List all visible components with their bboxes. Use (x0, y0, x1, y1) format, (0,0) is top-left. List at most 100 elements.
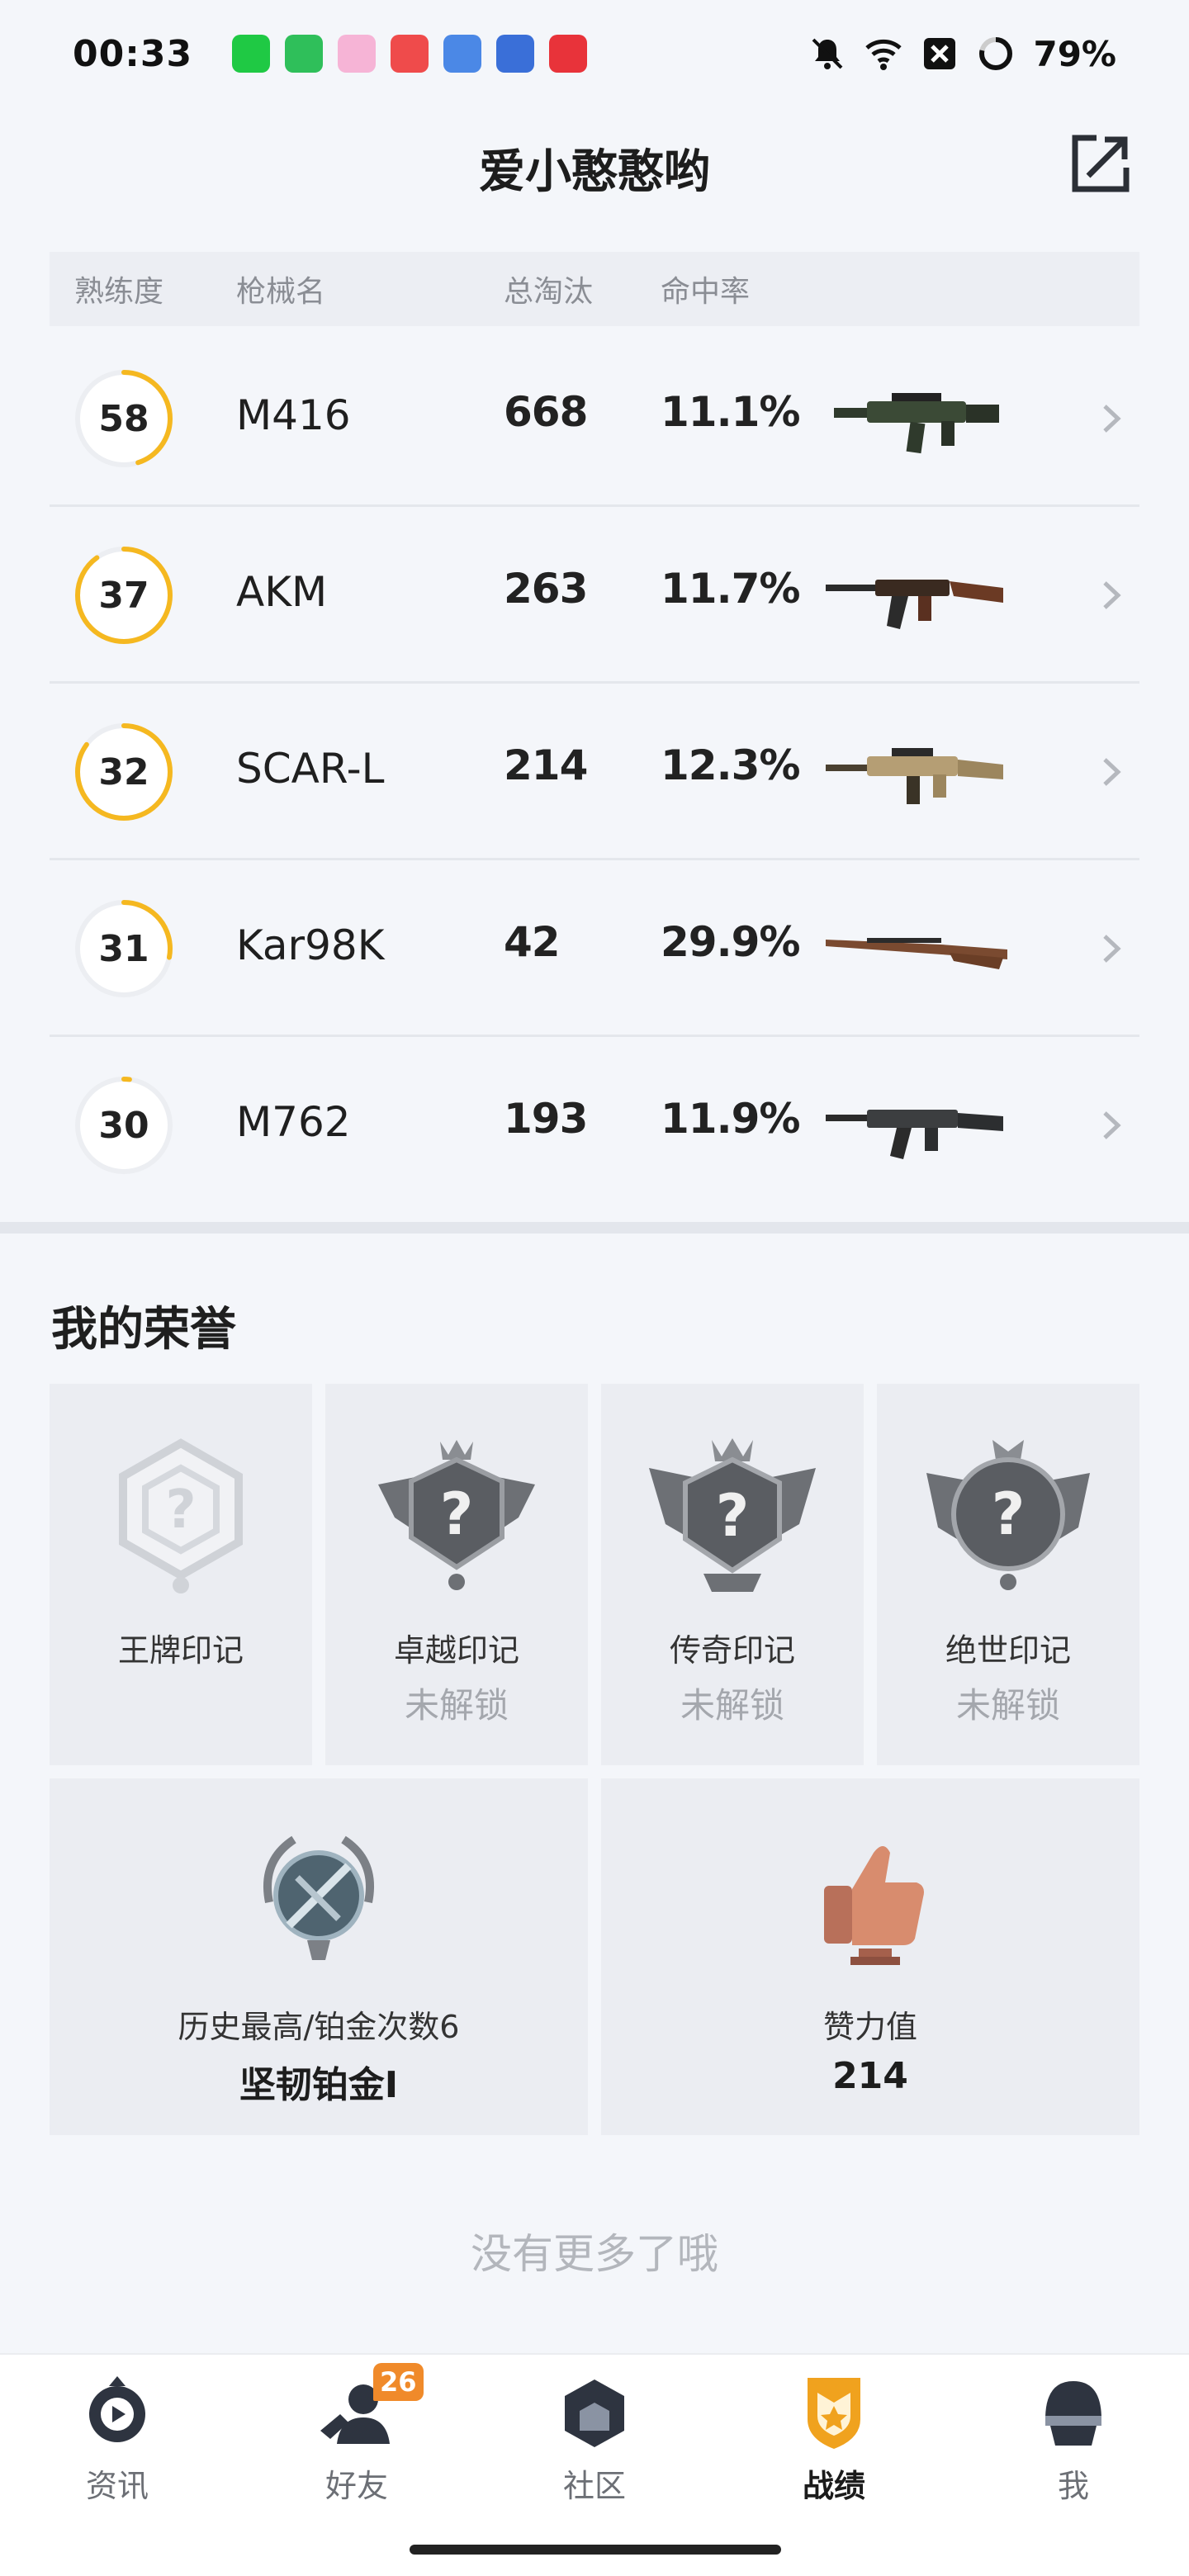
weapon-row[interactable]: 31 Kar98K 42 29.9% (50, 860, 1139, 1037)
honor-locked-status: 未解锁 (680, 1685, 784, 1726)
chevron-right-icon[interactable] (1095, 398, 1128, 439)
battery-ring-icon (979, 37, 1013, 70)
status-app-icons (232, 35, 588, 73)
weapon-row[interactable]: 58 M416 668 11.1% (50, 330, 1139, 507)
proficiency-level: 31 (98, 927, 149, 970)
honor-badge-legend[interactable]: ? 传奇印记 未解锁 (601, 1384, 864, 1765)
chevron-right-icon[interactable] (1095, 575, 1128, 616)
weapon-hit-rate: 11.7% (661, 565, 800, 613)
chevron-right-icon[interactable] (1095, 928, 1128, 969)
bottom-nav: 资讯 26 好友 社区 战绩 我 (0, 2353, 1189, 2576)
akm-rifle-icon (826, 580, 1003, 629)
weapon-hit-rate: 29.9% (661, 918, 800, 966)
col-hit-rate: 命中率 (661, 275, 751, 309)
weapon-name: Kar98K (236, 921, 385, 969)
weapon-name: M762 (236, 1098, 351, 1146)
weapon-hit-rate: 11.1% (661, 388, 800, 436)
weapon-name: M416 (236, 391, 351, 439)
section-divider (0, 1222, 1189, 1234)
chevron-right-icon[interactable] (1095, 1105, 1128, 1146)
weapon-kills: 42 (504, 918, 561, 966)
honor-label: 绝世印记 (945, 1632, 1071, 1669)
weapon-row[interactable]: 32 SCAR-L 214 12.3% (50, 684, 1139, 860)
nav-tab-record[interactable]: 战绩 (751, 2370, 917, 2518)
honor-badge-excellent[interactable]: ? 卓越印记 未解锁 (325, 1384, 588, 1765)
highest-rank-label: 历史最高/铂金次数6 (178, 2009, 460, 2045)
platinum-rank-emblem-icon (263, 1835, 374, 1960)
video-app-icon (391, 35, 429, 73)
svg-text:?: ? (716, 1482, 750, 1550)
community-icon (565, 2379, 624, 2447)
peerless-emblem-icon: ? (926, 1440, 1090, 1590)
col-proficiency: 熟练度 (74, 275, 164, 309)
proficiency-level: 58 (98, 397, 149, 440)
weapon-kills: 193 (504, 1095, 588, 1143)
honor-locked-status: 未解锁 (404, 1685, 509, 1726)
honor-label: 王牌印记 (117, 1632, 244, 1669)
weapon-row[interactable]: 30 M762 193 11.9% (50, 1037, 1139, 1214)
highest-rank-value: 坚韧铂金Ⅰ (239, 2064, 399, 2106)
home-indicator[interactable] (410, 2545, 781, 2555)
chevron-right-icon[interactable] (1095, 751, 1128, 793)
likes-label: 赞力值 (822, 2009, 917, 2045)
honor-label: 传奇印记 (669, 1632, 795, 1669)
excellent-emblem-icon: ? (378, 1440, 535, 1590)
honor-badge-peerless[interactable]: ? 绝世印记 未解锁 (877, 1384, 1139, 1765)
app-notification-icon (338, 35, 377, 73)
nav-tab-profile[interactable]: 我 (991, 2370, 1156, 2518)
no-sim-icon (924, 38, 956, 69)
status-bar: 00:33 79% (0, 0, 1189, 107)
status-time: 00:33 (73, 32, 193, 75)
friends-count-badge: 26 (373, 2363, 424, 2401)
music-app-icon (549, 35, 588, 73)
record-icon (808, 2378, 860, 2449)
no-more-text: 没有更多了哦 (471, 2230, 718, 2278)
legend-emblem-icon: ? (649, 1438, 816, 1592)
weapon-kills: 214 (504, 741, 588, 789)
col-weapon-name: 枪械名 (236, 275, 326, 309)
weapon-hit-rate: 12.3% (661, 741, 800, 789)
game-app-icon (496, 35, 535, 73)
honors-section-title: 我的荣誉 (51, 1303, 236, 1357)
kar98k-rifle-icon (826, 938, 1007, 969)
svg-text:?: ? (165, 1480, 196, 1541)
page-title: 爱小憨憨哟 (479, 145, 710, 199)
page-header: 爱小憨憨哟 (0, 111, 1189, 219)
share-icon[interactable] (1063, 126, 1138, 201)
proficiency-level: 30 (98, 1104, 149, 1147)
nav-tab-friends[interactable]: 26 好友 (274, 2363, 439, 2518)
proficiency-level: 37 (98, 574, 149, 617)
game-app-icon (443, 35, 482, 73)
honor-label: 卓越印记 (393, 1632, 519, 1669)
likes-card[interactable]: 赞力值 214 (601, 1778, 1139, 2135)
scarl-rifle-icon (826, 748, 1003, 804)
thumbs-up-trophy-icon (824, 1846, 924, 1965)
app-notification-icon (285, 35, 324, 73)
weapon-table-header: 熟练度 枪械名 总淘汰 命中率 (50, 252, 1139, 326)
honor-locked-status: 未解锁 (955, 1685, 1060, 1726)
weapon-name: AKM (236, 568, 328, 616)
wifi-icon (865, 39, 902, 70)
weapon-name: SCAR-L (236, 745, 385, 793)
profile-icon (1045, 2381, 1101, 2446)
weapon-row[interactable]: 37 AKM 263 11.7% (50, 507, 1139, 684)
weapon-kills: 263 (504, 565, 588, 613)
likes-value: 214 (832, 2055, 908, 2097)
ace-emblem-icon: ? (119, 1438, 243, 1593)
news-icon (89, 2376, 145, 2442)
highest-rank-card[interactable]: 历史最高/铂金次数6 坚韧铂金Ⅰ (50, 1778, 588, 2135)
nav-tab-news[interactable]: 资讯 (35, 2370, 200, 2518)
nav-tab-community[interactable]: 社区 (512, 2370, 677, 2518)
honor-badge-ace[interactable]: ? 王牌印记 (50, 1384, 312, 1765)
svg-text:?: ? (992, 1480, 1026, 1548)
m762-rifle-icon (826, 1110, 1003, 1159)
honor-badges: ? 王牌印记 ? 卓越印记 未解锁 ? 传奇印记 未解锁 ? 绝世印记 未解锁 (50, 1384, 1139, 1765)
nav-label: 战绩 (802, 2468, 865, 2504)
battery-level: 79% (1033, 33, 1116, 74)
nav-label: 社区 (562, 2468, 626, 2504)
app-notification-icon (232, 35, 271, 73)
nav-label: 我 (1057, 2468, 1089, 2504)
svg-text:?: ? (440, 1480, 474, 1548)
proficiency-level: 32 (98, 751, 149, 793)
mute-bell-icon (812, 38, 843, 69)
